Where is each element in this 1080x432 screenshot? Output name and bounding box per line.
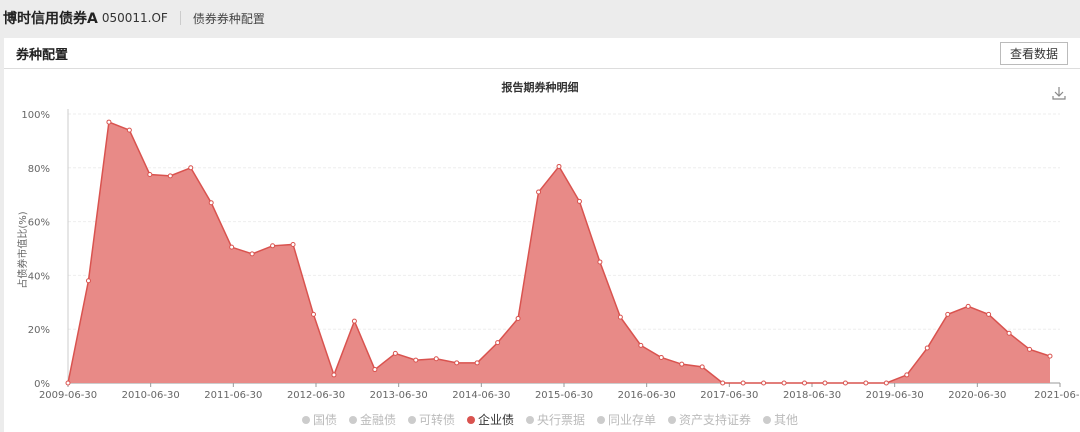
data-point bbox=[474, 360, 480, 366]
x-tick-label: 2009-06-30 bbox=[39, 390, 97, 401]
x-tick-label: 2011-06-30 bbox=[204, 390, 262, 401]
legend-item-marker[interactable] bbox=[597, 416, 605, 424]
legend-item-marker[interactable] bbox=[349, 416, 357, 424]
data-point bbox=[454, 360, 460, 366]
data-point bbox=[331, 372, 337, 378]
legend-item-3[interactable]: 企业债 bbox=[478, 412, 514, 427]
x-tick-label: 2016-06-30 bbox=[618, 390, 676, 401]
data-point bbox=[740, 380, 746, 386]
data-point bbox=[270, 243, 276, 249]
legend-item-marker[interactable] bbox=[668, 416, 676, 424]
data-point bbox=[576, 198, 582, 204]
data-point bbox=[126, 127, 132, 133]
data-point bbox=[495, 340, 501, 346]
data-point bbox=[617, 314, 623, 320]
data-point bbox=[85, 278, 91, 284]
data-point bbox=[781, 380, 787, 386]
data-point bbox=[658, 354, 664, 360]
legend-item-marker[interactable] bbox=[763, 416, 771, 424]
data-point bbox=[433, 356, 439, 362]
legend-item-4[interactable]: 央行票据 bbox=[537, 413, 585, 427]
download-icon bbox=[1052, 87, 1066, 100]
x-tick-label: 2010-06-30 bbox=[122, 390, 180, 401]
data-point bbox=[147, 172, 153, 178]
data-point bbox=[842, 380, 848, 386]
data-point bbox=[679, 361, 685, 367]
data-point bbox=[229, 244, 235, 250]
data-point bbox=[106, 119, 112, 125]
data-point bbox=[249, 251, 255, 257]
data-point bbox=[515, 315, 521, 321]
data-point bbox=[883, 380, 889, 386]
y-tick-label: 60% bbox=[28, 218, 50, 229]
x-tick-label: 2020-06-30 bbox=[948, 390, 1006, 401]
data-point bbox=[413, 357, 419, 363]
data-point bbox=[208, 200, 214, 206]
x-tick-label: 2014-06-30 bbox=[452, 390, 510, 401]
data-point bbox=[822, 380, 828, 386]
data-point bbox=[188, 165, 194, 171]
data-point bbox=[924, 345, 930, 351]
y-tick-label: 0% bbox=[34, 379, 50, 390]
x-tick-label: 2018-06-30 bbox=[783, 390, 841, 401]
data-point bbox=[986, 311, 992, 317]
y-tick-label: 20% bbox=[28, 325, 50, 336]
data-point bbox=[699, 364, 705, 370]
legend-item-marker[interactable] bbox=[408, 416, 416, 424]
data-point bbox=[392, 350, 398, 356]
data-point bbox=[1027, 346, 1033, 352]
data-point bbox=[536, 189, 542, 195]
data-point bbox=[556, 163, 562, 169]
x-tick-label: 2021-06-3 bbox=[1034, 390, 1080, 401]
data-point bbox=[167, 173, 173, 179]
legend-item-marker[interactable] bbox=[526, 416, 534, 424]
chart: 报告期券种明细 0% 20% 40% 60% 80% 100% 占债券市值比(%) 2009-0… bbox=[16, 80, 1080, 427]
y-tick-label: 80% bbox=[28, 164, 50, 175]
data-point bbox=[372, 367, 378, 373]
legend-item-6[interactable]: 资产支持证券 bbox=[679, 412, 751, 427]
data-point bbox=[945, 311, 951, 317]
data-point bbox=[351, 318, 357, 324]
data-point bbox=[863, 380, 869, 386]
data-point bbox=[65, 380, 71, 386]
data-point bbox=[311, 311, 316, 317]
y-tick-label: 100% bbox=[21, 110, 50, 121]
y-axis-label: 占债券市值比(%) bbox=[16, 211, 29, 288]
x-tick-label: 2015-06-30 bbox=[535, 390, 593, 401]
legend-item-0[interactable]: 国债 bbox=[313, 413, 337, 427]
data-point bbox=[965, 303, 971, 309]
legend-item-2[interactable]: 可转债 bbox=[419, 412, 455, 427]
legend-item-7[interactable]: 其他 bbox=[774, 413, 798, 427]
legend-item-1[interactable]: 金融债 bbox=[360, 412, 396, 427]
data-point bbox=[1006, 330, 1012, 336]
data-point bbox=[904, 372, 910, 378]
data-point bbox=[802, 380, 807, 386]
data-point bbox=[1047, 353, 1053, 359]
x-tick-label: 2012-06-30 bbox=[287, 390, 345, 401]
data-point bbox=[720, 380, 726, 386]
y-tick-label: 40% bbox=[28, 271, 50, 282]
x-tick-label: 2017-06-30 bbox=[700, 390, 758, 401]
data-point bbox=[638, 342, 644, 348]
data-point bbox=[761, 380, 767, 386]
legend-item-marker[interactable] bbox=[467, 416, 475, 424]
x-tick-label: 2013-06-30 bbox=[370, 390, 428, 401]
data-point bbox=[597, 259, 603, 265]
series-area bbox=[68, 122, 1050, 383]
legend-item-5[interactable]: 同业存单 bbox=[608, 413, 656, 427]
x-tick-label: 2019-06-30 bbox=[866, 390, 924, 401]
chart-title: 报告期券种明细 bbox=[502, 80, 579, 94]
legend-item-marker[interactable] bbox=[302, 416, 310, 424]
data-point bbox=[290, 241, 296, 247]
